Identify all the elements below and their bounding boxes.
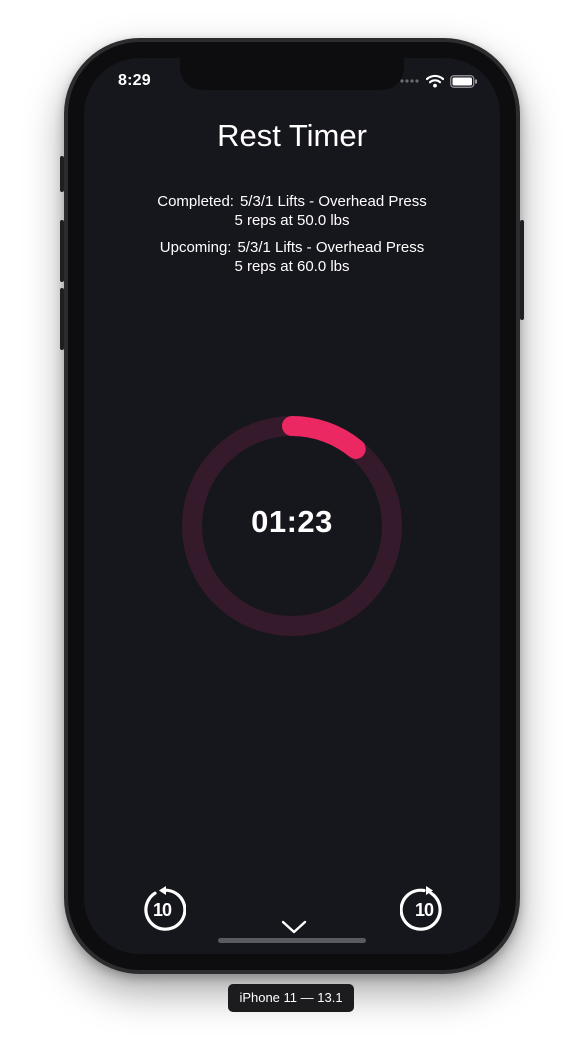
simulator-device-label: iPhone 11 — 13.1 (228, 984, 354, 1012)
signal-dots-icon (400, 79, 419, 83)
upcoming-label: Upcoming: (159, 239, 232, 256)
battery-icon (450, 74, 477, 88)
mute-switch (60, 156, 64, 192)
chevron-down-icon[interactable] (280, 918, 308, 936)
skip-back-10-button[interactable]: 10 (138, 886, 186, 934)
wifi-icon (426, 74, 444, 88)
upcoming-detail: 5 reps at 60.0 lbs (234, 258, 350, 275)
completed-detail: 5 reps at 50.0 lbs (234, 212, 350, 229)
simulator-stage: 8:29 Rest Timer Completed: 5/3/1 Lifts -… (0, 0, 584, 1048)
status-time: 8:29 (118, 72, 151, 89)
power-button (520, 220, 524, 320)
completed-info: Completed: 5/3/1 Lifts - Overhead Press 5… (84, 192, 500, 230)
upcoming-info: Upcoming: 5/3/1 Lifts - Overhead Press 5 … (84, 238, 500, 276)
skip-forward-10-button[interactable]: 10 (400, 886, 448, 934)
status-icons (400, 74, 478, 88)
completed-exercise: 5/3/1 Lifts - Overhead Press (239, 193, 427, 210)
skip-back-label: 10 (152, 900, 172, 920)
upcoming-exercise: 5/3/1 Lifts - Overhead Press (237, 239, 425, 256)
upcoming-line: Upcoming: 5/3/1 Lifts - Overhead Press (84, 238, 500, 257)
page-title: Rest Timer (217, 118, 367, 153)
device-frame: 8:29 Rest Timer Completed: 5/3/1 Lifts -… (60, 38, 524, 974)
app-screen: 8:29 Rest Timer Completed: 5/3/1 Lifts -… (84, 58, 500, 954)
timer-display: 01:23 (251, 504, 333, 539)
completed-label: Completed: (157, 193, 234, 210)
home-indicator[interactable] (218, 938, 366, 943)
completed-line: Completed: 5/3/1 Lifts - Overhead Press (84, 192, 500, 211)
skip-forward-label: 10 (414, 900, 434, 920)
volume-down-button (60, 288, 64, 350)
notch (180, 58, 404, 90)
volume-up-button (60, 220, 64, 282)
